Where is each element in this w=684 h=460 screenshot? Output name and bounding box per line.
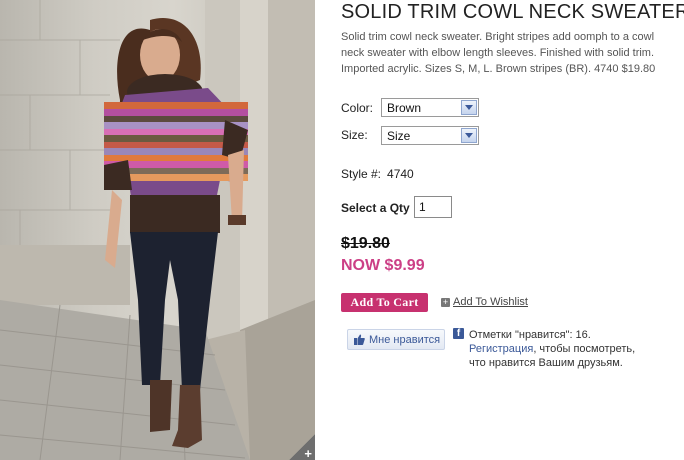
size-select-value: Size — [387, 129, 411, 143]
facebook-icon: f — [453, 328, 464, 339]
quantity-input[interactable] — [414, 196, 452, 218]
style-value: 4740 — [387, 167, 414, 181]
facebook-register-line: Регистрация, чтобы посмотреть, — [469, 342, 684, 356]
facebook-friends-text: что нравится Вашим друзьям. — [469, 357, 623, 369]
style-label: Style #: — [341, 167, 382, 181]
facebook-like-count: Отметки "нравится": 16. — [469, 329, 591, 341]
add-to-wishlist-link[interactable]: + Add To Wishlist — [441, 296, 528, 308]
model-illustration — [0, 0, 315, 460]
thumbs-up-icon — [354, 334, 365, 345]
size-select[interactable]: Size — [381, 126, 479, 145]
facebook-like-label: Мне нравится — [369, 334, 441, 346]
size-label: Size: — [341, 128, 368, 142]
color-select[interactable]: Brown — [381, 98, 479, 117]
wishlist-label: Add To Wishlist — [453, 296, 528, 308]
facebook-like-button[interactable]: Мне нравится — [347, 329, 445, 350]
description-line: Solid trim cowl neck sweater. Bright str… — [341, 31, 655, 43]
product-description: Solid trim cowl neck sweater. Bright str… — [341, 29, 684, 77]
facebook-register-link[interactable]: Регистрация — [469, 343, 533, 355]
description-line: neck sweater with elbow length sleeves. … — [341, 47, 655, 59]
old-price: $19.80 — [341, 235, 390, 252]
quantity-label: Select a Qty — [341, 201, 410, 215]
facebook-register-text: , чтобы посмотреть, — [533, 343, 636, 355]
color-select-value: Brown — [387, 101, 422, 115]
style-number: Style #: 4740 — [341, 167, 414, 181]
description-line: Imported acrylic. Sizes S, M, L. Brown s… — [341, 63, 656, 75]
product-title: SOLID TRIM COWL NECK SWEATER — [341, 1, 684, 23]
chevron-down-icon — [461, 128, 477, 143]
plus-icon: + — [304, 446, 312, 460]
chevron-down-icon — [461, 100, 477, 115]
zoom-button[interactable]: + — [289, 434, 315, 460]
facebook-like-info: Отметки "нравится": 16. Регистрация, что… — [469, 328, 684, 370]
plus-icon: + — [441, 297, 450, 307]
sale-price: NOW $9.99 — [341, 257, 425, 274]
add-to-cart-button[interactable]: Add To Cart — [341, 293, 428, 312]
product-image[interactable]: + — [0, 0, 315, 460]
color-label: Color: — [341, 101, 374, 115]
